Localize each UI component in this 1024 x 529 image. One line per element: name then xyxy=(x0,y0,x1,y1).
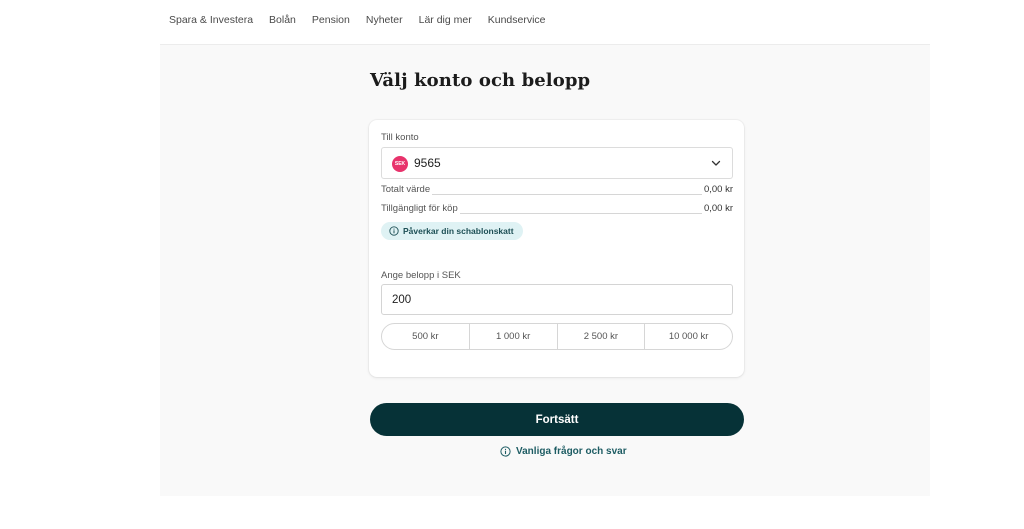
amount-presets: 500 kr 1 000 kr 2 500 kr 10 000 kr xyxy=(381,323,733,350)
faq-link-text: Vanliga frågor och svar xyxy=(516,446,627,457)
chevron-down-icon xyxy=(711,160,721,166)
top-navigation: Spara & Investera Bolån Pension Nyheter … xyxy=(0,0,1024,44)
nav-item-nyheter[interactable]: Nyheter xyxy=(366,14,403,26)
total-value-row: Totalt värde 0,00 kr xyxy=(381,184,733,198)
account-amount-card: Till konto SEK 9565 Totalt värde 0,00 kr… xyxy=(369,120,744,377)
tax-info-chip[interactable]: Påverkar din schablonskatt xyxy=(381,222,523,240)
nav-item-spara-investera[interactable]: Spara & Investera xyxy=(169,14,253,26)
account-selected-value: 9565 xyxy=(414,156,441,170)
nav-item-kundservice[interactable]: Kundservice xyxy=(488,14,546,26)
nav-item-bolan[interactable]: Bolån xyxy=(269,14,296,26)
account-select[interactable]: SEK 9565 xyxy=(381,147,733,179)
nav-item-lar-dig-mer[interactable]: Lär dig mer xyxy=(419,14,472,26)
nav-items: Spara & Investera Bolån Pension Nyheter … xyxy=(169,14,546,26)
tax-info-text: Påverkar din schablonskatt xyxy=(403,226,514,236)
preset-1000[interactable]: 1 000 kr xyxy=(470,324,558,349)
dotted-leader xyxy=(381,194,733,195)
account-label: Till konto xyxy=(381,132,419,143)
preset-10000[interactable]: 10 000 kr xyxy=(645,324,732,349)
info-icon xyxy=(389,226,399,236)
available-amount: 0,00 kr xyxy=(701,203,733,214)
preset-500[interactable]: 500 kr xyxy=(382,324,470,349)
nav-item-pension[interactable]: Pension xyxy=(312,14,350,26)
amount-input[interactable] xyxy=(381,284,733,315)
faq-link[interactable]: Vanliga frågor och svar xyxy=(500,446,627,457)
info-icon xyxy=(500,446,511,457)
currency-badge: SEK xyxy=(392,156,408,172)
page-title: Välj konto och belopp xyxy=(370,70,591,91)
amount-label: Ange belopp i SEK xyxy=(381,270,461,281)
preset-2500[interactable]: 2 500 kr xyxy=(558,324,646,349)
total-value-amount: 0,00 kr xyxy=(701,184,733,195)
available-row: Tillgängligt för köp 0,00 kr xyxy=(381,203,733,217)
total-value-label: Totalt värde xyxy=(381,184,433,195)
available-label: Tillgängligt för köp xyxy=(381,203,460,214)
continue-button[interactable]: Fortsätt xyxy=(370,403,744,436)
